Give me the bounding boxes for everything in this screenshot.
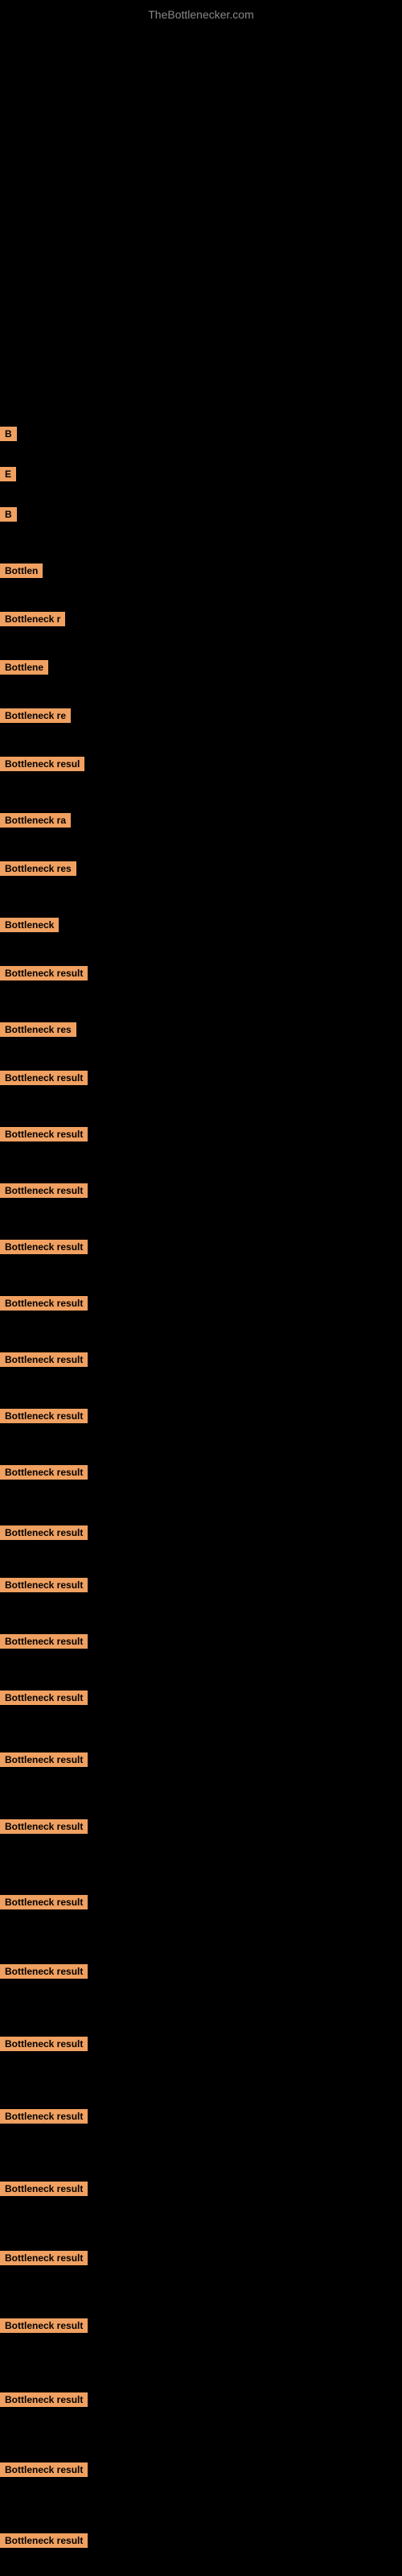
bottleneck-result-15[interactable]: Bottleneck result: [0, 1127, 88, 1141]
bottleneck-label-5: Bottleneck r: [0, 612, 65, 626]
bottleneck-label-24: Bottleneck result: [0, 1634, 88, 1649]
bottleneck-result-18[interactable]: Bottleneck result: [0, 1296, 88, 1311]
bottleneck-result-35[interactable]: Bottleneck result: [0, 2392, 88, 2407]
bottleneck-label-23: Bottleneck result: [0, 1578, 88, 1592]
bottleneck-label-7: Bottleneck re: [0, 708, 71, 723]
page-container: TheBottlenecker.com B E B Bottlen Bottleneck…: [0, 0, 402, 2576]
bottleneck-label-19: Bottleneck result: [0, 1352, 88, 1367]
bottleneck-result-24[interactable]: Bottleneck result: [0, 1634, 88, 1649]
bottleneck-label-33: Bottleneck result: [0, 2251, 88, 2265]
bottleneck-result-11[interactable]: Bottleneck: [0, 918, 59, 932]
bottleneck-result-22[interactable]: Bottleneck result: [0, 1525, 88, 1540]
bottleneck-result-4[interactable]: Bottlen: [0, 564, 43, 578]
bottleneck-label-14: Bottleneck result: [0, 1071, 88, 1085]
bottleneck-result-26[interactable]: Bottleneck result: [0, 1752, 88, 1767]
bottleneck-label-27: Bottleneck result: [0, 1819, 88, 1834]
bottleneck-label-20: Bottleneck result: [0, 1409, 88, 1423]
bottleneck-result-30[interactable]: Bottleneck result: [0, 2037, 88, 2051]
bottleneck-result-10[interactable]: Bottleneck res: [0, 861, 76, 876]
bottleneck-result-20[interactable]: Bottleneck result: [0, 1409, 88, 1423]
bottleneck-result-14[interactable]: Bottleneck result: [0, 1071, 88, 1085]
bottleneck-result-34[interactable]: Bottleneck result: [0, 2318, 88, 2333]
bottleneck-label-37: Bottleneck result: [0, 2533, 88, 2548]
bottleneck-label-12: Bottleneck result: [0, 966, 88, 980]
bottleneck-result-32[interactable]: Bottleneck result: [0, 2182, 88, 2196]
bottleneck-label-32: Bottleneck result: [0, 2182, 88, 2196]
bottleneck-result-3[interactable]: B: [0, 507, 17, 522]
bottleneck-label-6: Bottlene: [0, 660, 48, 675]
bottleneck-label-31: Bottleneck result: [0, 2109, 88, 2124]
bottleneck-label-2: E: [0, 467, 16, 481]
bottleneck-result-29[interactable]: Bottleneck result: [0, 1964, 88, 1979]
bottleneck-result-25[interactable]: Bottleneck result: [0, 1690, 88, 1705]
bottleneck-label-4: Bottlen: [0, 564, 43, 578]
bottleneck-label-29: Bottleneck result: [0, 1964, 88, 1979]
bottleneck-label-16: Bottleneck result: [0, 1183, 88, 1198]
bottleneck-label-9: Bottleneck ra: [0, 813, 71, 828]
bottleneck-result-19[interactable]: Bottleneck result: [0, 1352, 88, 1367]
bottleneck-label-10: Bottleneck res: [0, 861, 76, 876]
bottleneck-result-7[interactable]: Bottleneck re: [0, 708, 71, 723]
bottleneck-result-9[interactable]: Bottleneck ra: [0, 813, 71, 828]
bottleneck-label-13: Bottleneck res: [0, 1022, 76, 1037]
bottleneck-label-8: Bottleneck resul: [0, 757, 84, 771]
bottleneck-label-22: Bottleneck result: [0, 1525, 88, 1540]
bottleneck-result-16[interactable]: Bottleneck result: [0, 1183, 88, 1198]
bottleneck-result-2[interactable]: E: [0, 467, 16, 481]
bottleneck-result-13[interactable]: Bottleneck res: [0, 1022, 76, 1037]
bottleneck-result-28[interactable]: Bottleneck result: [0, 1895, 88, 1909]
bottleneck-label-30: Bottleneck result: [0, 2037, 88, 2051]
bottleneck-result-1[interactable]: B: [0, 427, 17, 441]
bottleneck-result-8[interactable]: Bottleneck resul: [0, 757, 84, 771]
bottleneck-result-36[interactable]: Bottleneck result: [0, 2462, 88, 2477]
bottleneck-label-25: Bottleneck result: [0, 1690, 88, 1705]
bottleneck-result-33[interactable]: Bottleneck result: [0, 2251, 88, 2265]
bottleneck-result-37[interactable]: Bottleneck result: [0, 2533, 88, 2548]
bottleneck-label-17: Bottleneck result: [0, 1240, 88, 1254]
bottleneck-label-34: Bottleneck result: [0, 2318, 88, 2333]
bottleneck-result-6[interactable]: Bottlene: [0, 660, 48, 675]
bottleneck-label-21: Bottleneck result: [0, 1465, 88, 1480]
bottleneck-result-12[interactable]: Bottleneck result: [0, 966, 88, 980]
bottleneck-label-35: Bottleneck result: [0, 2392, 88, 2407]
bottleneck-label-18: Bottleneck result: [0, 1296, 88, 1311]
bottleneck-result-17[interactable]: Bottleneck result: [0, 1240, 88, 1254]
bottleneck-label-28: Bottleneck result: [0, 1895, 88, 1909]
bottleneck-label-26: Bottleneck result: [0, 1752, 88, 1767]
bottleneck-result-31[interactable]: Bottleneck result: [0, 2109, 88, 2124]
bottleneck-label-36: Bottleneck result: [0, 2462, 88, 2477]
bottleneck-label-1: B: [0, 427, 17, 441]
bottleneck-result-21[interactable]: Bottleneck result: [0, 1465, 88, 1480]
bottleneck-label-3: B: [0, 507, 17, 522]
bottleneck-result-5[interactable]: Bottleneck r: [0, 612, 65, 626]
bottleneck-result-27[interactable]: Bottleneck result: [0, 1819, 88, 1834]
bottleneck-result-23[interactable]: Bottleneck result: [0, 1578, 88, 1592]
bottleneck-label-11: Bottleneck: [0, 918, 59, 932]
bottleneck-label-15: Bottleneck result: [0, 1127, 88, 1141]
site-title: TheBottlenecker.com: [0, 0, 402, 29]
